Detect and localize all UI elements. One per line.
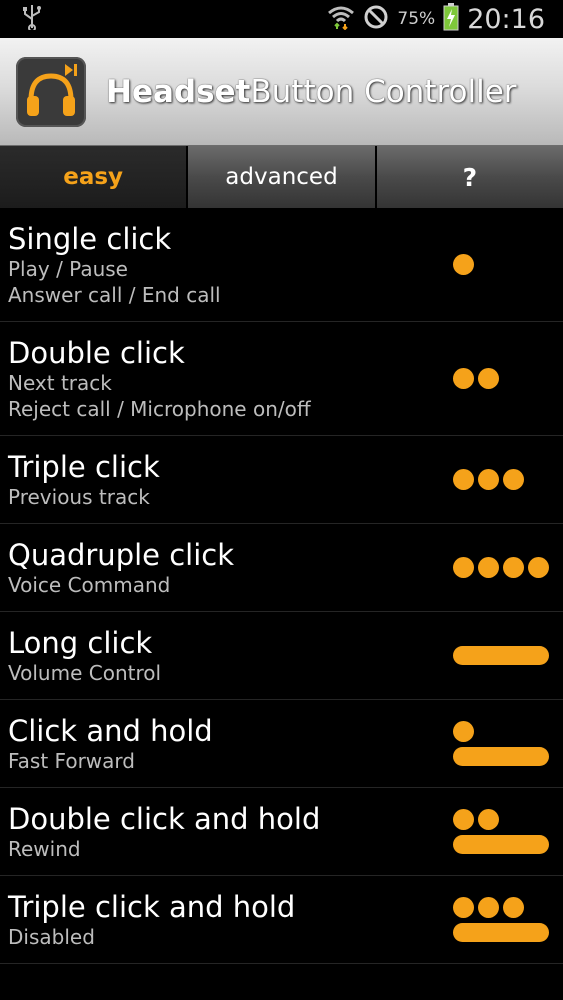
tab-help[interactable]: ? [376, 146, 563, 208]
click-pattern-indicator [453, 368, 553, 389]
status-bar: 75% 20:16 [0, 0, 563, 38]
row-click-and-hold[interactable]: Click and hold Fast Forward [0, 700, 563, 788]
blocked-icon [363, 4, 389, 34]
tab-advanced[interactable]: advanced [188, 146, 377, 208]
row-subtitle: Reject call / Microphone on/off [8, 396, 311, 421]
click-action-list: Single click Play / Pause Answer call / … [0, 208, 563, 964]
row-title: Single click [8, 221, 172, 256]
row-double-click[interactable]: Double click Next track Reject call / Mi… [0, 322, 563, 436]
row-subtitle: Disabled [8, 924, 95, 949]
click-pattern-indicator [453, 646, 553, 665]
row-subtitle: Fast Forward [8, 748, 135, 773]
row-triple-click-and-hold[interactable]: Triple click and hold Disabled [0, 876, 563, 964]
click-pattern-indicator [453, 897, 553, 942]
click-pattern-indicator [453, 469, 553, 490]
row-title: Triple click and hold [8, 889, 296, 924]
row-quadruple-click[interactable]: Quadruple click Voice Command [0, 524, 563, 612]
row-single-click[interactable]: Single click Play / Pause Answer call / … [0, 208, 563, 322]
row-subtitle: Volume Control [8, 660, 162, 685]
row-subtitle: Voice Command [8, 572, 171, 597]
row-title: Double click [8, 335, 185, 370]
battery-charging-icon [443, 3, 459, 35]
headphones-play-icon[interactable] [16, 56, 86, 127]
row-long-click[interactable]: Long click Volume Control [0, 612, 563, 700]
row-title: Quadruple click [8, 537, 235, 572]
row-subtitle: Next track [8, 370, 112, 395]
clock: 20:16 [467, 3, 545, 35]
click-pattern-indicator [453, 557, 553, 578]
click-pattern-indicator [453, 809, 553, 854]
usb-icon [22, 4, 42, 34]
row-double-click-and-hold[interactable]: Double click and hold Rewind [0, 788, 563, 876]
tab-easy[interactable]: easy [0, 146, 189, 208]
row-title: Double click and hold [8, 801, 321, 836]
row-title: Triple click [8, 449, 160, 484]
row-title: Click and hold [8, 713, 213, 748]
battery-percent: 75% [397, 9, 436, 29]
app-title: HeadsetButton Controller [106, 73, 517, 110]
row-subtitle: Previous track [8, 484, 150, 509]
row-subtitle: Rewind [8, 836, 81, 861]
click-pattern-indicator [453, 721, 553, 766]
row-triple-click[interactable]: Triple click Previous track [0, 436, 563, 524]
click-pattern-indicator [453, 254, 553, 275]
row-subtitle: Play / Pause [8, 256, 128, 281]
app-title-bar: HeadsetButton Controller [0, 38, 563, 146]
row-title: Long click [8, 625, 153, 660]
wifi-icon [327, 4, 355, 34]
row-subtitle: Answer call / End call [8, 282, 221, 307]
tab-bar: easy advanced ? [0, 146, 563, 208]
